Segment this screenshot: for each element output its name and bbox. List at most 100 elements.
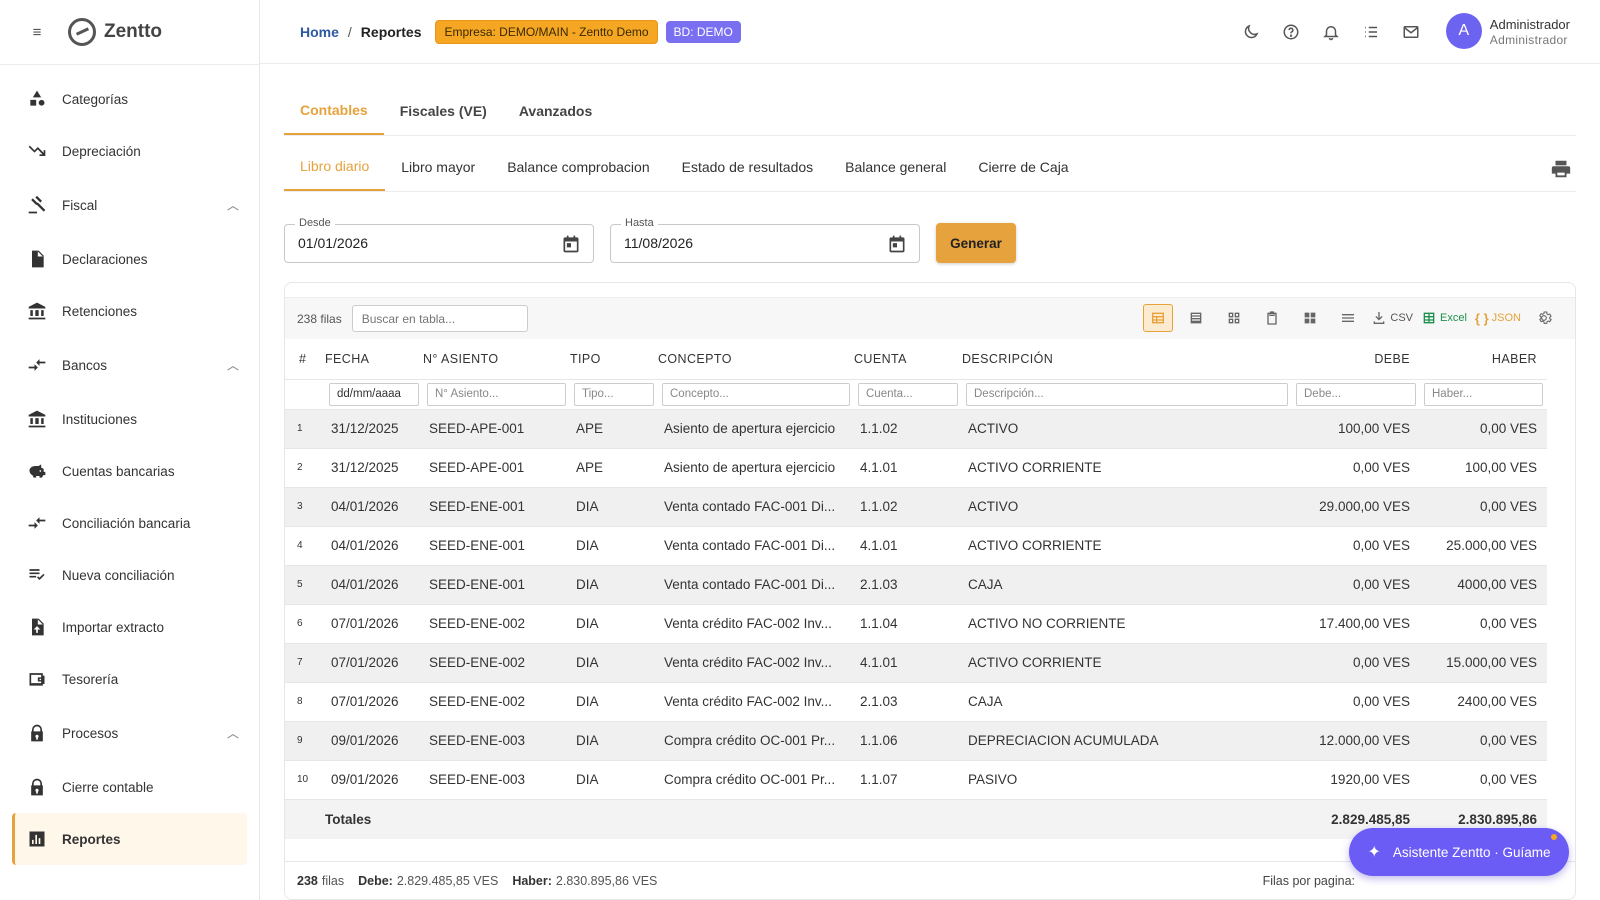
- breadcrumb-home[interactable]: Home: [300, 24, 339, 40]
- sidebar-item-cierre-contable[interactable]: Cierre contable: [0, 761, 259, 813]
- table-cell: 25.000,00 VES: [1420, 526, 1547, 566]
- calendar-icon[interactable]: [887, 234, 907, 254]
- column-header[interactable]: N° ASIENTO: [423, 339, 570, 380]
- dark-mode-icon[interactable]: [1242, 23, 1260, 41]
- logo[interactable]: Zentto: [68, 18, 162, 46]
- table-cell: 0,00 VES: [1420, 604, 1547, 644]
- clipboard-icon[interactable]: [1257, 304, 1287, 332]
- tab-sub-3[interactable]: Estado de resultados: [666, 143, 830, 191]
- table-cell: 1: [285, 409, 325, 449]
- sidebar-item-nueva-conciliación[interactable]: Nueva conciliación: [0, 549, 259, 601]
- table-row[interactable]: 2 31/12/2025 SEED-APE-001 APE Asiento de ape…: [285, 448, 1547, 488]
- notification-dot: [1551, 834, 1557, 840]
- column-filter-input[interactable]: Concepto...: [662, 382, 850, 406]
- table-search-input[interactable]: [351, 305, 528, 332]
- chevron-up-icon[interactable]: ︿: [227, 357, 239, 374]
- assistant-button[interactable]: ✦ Asistente Zentto · Guíame: [1349, 828, 1569, 876]
- chevron-up-icon[interactable]: ︿: [227, 725, 239, 742]
- user-menu[interactable]: A Administrador Administrador: [1445, 13, 1570, 49]
- bank-icon: [26, 408, 48, 430]
- tab-sub-1[interactable]: Libro mayor: [385, 143, 491, 191]
- table-row[interactable]: 6 07/01/2026 SEED-ENE-002 DIA Venta crédito …: [285, 604, 1547, 644]
- sidebar-item-conciliación-bancaria[interactable]: Conciliación bancaria: [0, 497, 259, 549]
- export-csv-button[interactable]: CSV: [1371, 304, 1413, 332]
- table-row[interactable]: 3 04/01/2026 SEED-ENE-001 DIA Venta contado …: [285, 487, 1547, 527]
- row-density-icon[interactable]: [1333, 304, 1363, 332]
- sidebar-item-procesos[interactable]: Procesos ︿: [0, 705, 259, 761]
- column-filter-input[interactable]: Cuenta...: [858, 382, 958, 406]
- hasta-value: 11/08/2026: [624, 235, 694, 251]
- sidebar-item-cuentas-bancarias[interactable]: Cuentas bancarias: [0, 445, 259, 497]
- column-filter-input[interactable]: Debe...: [1296, 382, 1416, 406]
- column-header[interactable]: DEBE: [1292, 339, 1420, 380]
- sidebar-item-categorías[interactable]: Categorías: [0, 73, 259, 125]
- table-row[interactable]: 4 04/01/2026 SEED-ENE-001 DIA Venta contado …: [285, 526, 1547, 566]
- calendar-icon[interactable]: [561, 234, 581, 254]
- card-view-icon[interactable]: [1219, 304, 1249, 332]
- table-body: 1 31/12/2025 SEED-APE-001 APE Asiento de ape…: [285, 409, 1547, 800]
- tab-sub-0[interactable]: Libro diario: [284, 143, 386, 191]
- notifications-icon[interactable]: [1322, 23, 1340, 41]
- column-header[interactable]: TIPO: [570, 339, 658, 380]
- tab-sub-4[interactable]: Balance general: [829, 143, 962, 191]
- generate-button[interactable]: Generar: [936, 223, 1016, 263]
- table-row[interactable]: 7 07/01/2026 SEED-ENE-002 DIA Venta crédito …: [285, 643, 1547, 683]
- tab-main-1[interactable]: Fiscales (VE): [384, 87, 503, 135]
- column-filter-input[interactable]: Haber...: [1424, 382, 1543, 406]
- column-header[interactable]: FECHA: [325, 339, 423, 380]
- table-row[interactable]: 9 09/01/2026 SEED-ENE-003 DIA Compra crédito…: [285, 721, 1547, 761]
- sidebar-item-reportes[interactable]: Reportes: [12, 813, 247, 865]
- column-header[interactable]: CONCEPTO: [658, 339, 854, 380]
- table-row[interactable]: 10 09/01/2026 SEED-ENE-003 DIA Compra crédit…: [285, 760, 1547, 800]
- breadcrumb: Home / Reportes: [300, 24, 421, 40]
- grid-density-icon[interactable]: [1295, 304, 1325, 332]
- table-cell: APE: [570, 448, 658, 488]
- sidebar-item-importar-extracto[interactable]: Importar extracto: [0, 601, 259, 653]
- tab-main-0[interactable]: Contables: [284, 87, 384, 135]
- column-filter-input[interactable]: Tipo...: [574, 382, 654, 406]
- table-row[interactable]: 1 31/12/2025 SEED-APE-001 APE Asiento de ape…: [285, 409, 1547, 449]
- topbar-actions: [1242, 0, 1420, 64]
- column-filter-input[interactable]: Descripción...: [966, 382, 1288, 406]
- tab-sub-5[interactable]: Cierre de Caja: [962, 143, 1084, 191]
- sidebar-item-declaraciones[interactable]: Declaraciones: [0, 233, 259, 285]
- chevron-up-icon[interactable]: ︿: [227, 197, 239, 214]
- database-chip[interactable]: BD: DEMO: [665, 20, 741, 43]
- print-icon[interactable]: [1550, 158, 1572, 180]
- bar-chart-icon: [26, 828, 48, 850]
- sidebar-item-tesorería[interactable]: Tesorería: [0, 653, 259, 705]
- column-header[interactable]: #: [285, 339, 325, 380]
- sidebar-item-instituciones[interactable]: Instituciones: [0, 393, 259, 445]
- hasta-date-field[interactable]: Hasta 11/08/2026: [610, 216, 920, 263]
- column-filter-input[interactable]: dd/mm/aaaa: [329, 382, 419, 406]
- table-cell: DIA: [570, 604, 658, 644]
- tab-sub-2[interactable]: Balance comprobacion: [491, 143, 665, 191]
- menu-collapse-icon[interactable]: ≡: [28, 23, 46, 41]
- desde-date-field[interactable]: Desde 01/01/2026: [284, 216, 594, 263]
- list-view-icon[interactable]: [1181, 304, 1211, 332]
- table-view-icon[interactable]: [1143, 304, 1174, 332]
- settings-icon[interactable]: [1529, 304, 1559, 332]
- column-header[interactable]: DESCRIPCIÓN: [962, 339, 1292, 380]
- sidebar-item-bancos[interactable]: Bancos ︿: [0, 337, 259, 393]
- sidebar-item-fiscal[interactable]: Fiscal ︿: [0, 177, 259, 233]
- export-json-button[interactable]: { } JSON: [1475, 304, 1521, 332]
- task-list-icon[interactable]: [1362, 23, 1380, 41]
- column-filter-input[interactable]: N° Asiento...: [427, 382, 566, 406]
- empresa-chip[interactable]: Empresa: DEMO/MAIN - Zentto Demo: [435, 19, 658, 44]
- table-cell: SEED-ENE-001: [423, 487, 570, 527]
- sidebar-item-retenciones[interactable]: Retenciones: [0, 285, 259, 337]
- column-header[interactable]: CUENTA: [854, 339, 962, 380]
- table-cell: 4.1.01: [854, 448, 962, 488]
- sidebar-item-depreciación[interactable]: Depreciación: [0, 125, 259, 177]
- mail-icon[interactable]: [1402, 23, 1420, 41]
- table-row[interactable]: 8 07/01/2026 SEED-ENE-002 DIA Venta crédito …: [285, 682, 1547, 722]
- avatar: A: [1445, 13, 1482, 49]
- filter-row: dd/mm/aaaa N° Asiento... Tipo... Concepto..…: [285, 379, 1547, 410]
- table-row[interactable]: 5 04/01/2026 SEED-ENE-001 DIA Venta contado …: [285, 565, 1547, 605]
- export-excel-button[interactable]: Excel: [1421, 304, 1467, 332]
- help-icon[interactable]: [1282, 23, 1300, 41]
- column-header[interactable]: HABER: [1420, 339, 1547, 380]
- tab-main-2[interactable]: Avanzados: [503, 87, 608, 135]
- wallet-icon: [26, 668, 48, 690]
